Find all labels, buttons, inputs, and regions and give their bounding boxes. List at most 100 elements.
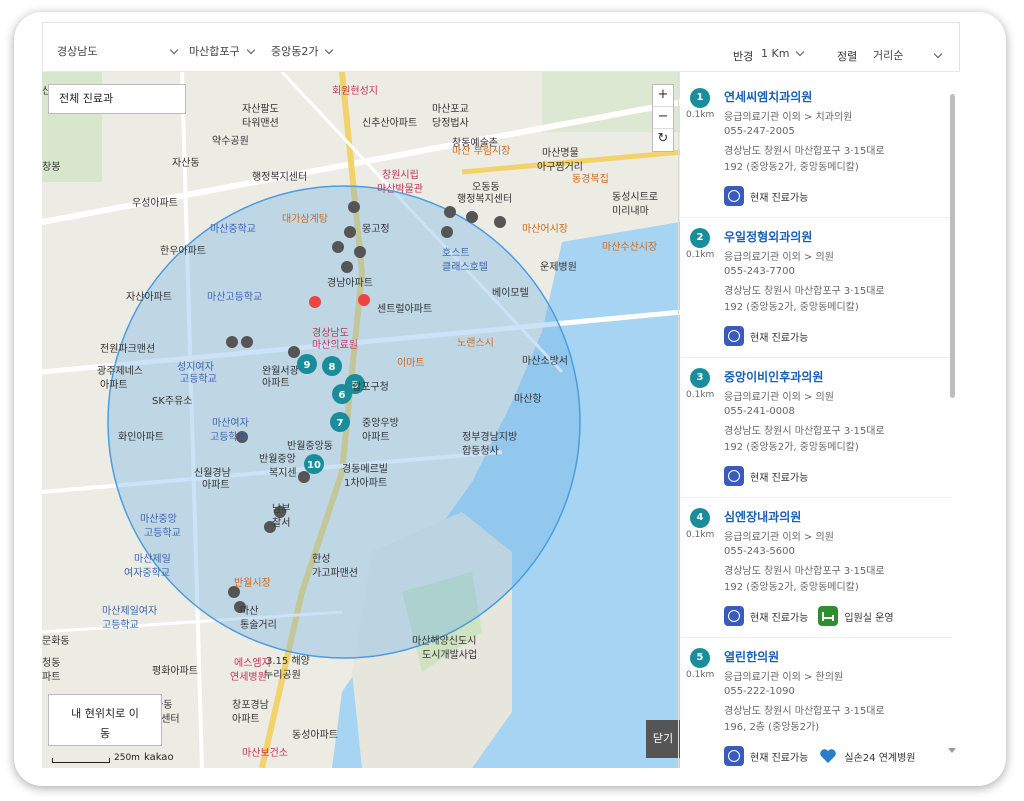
clock-icon [724, 326, 744, 346]
map-place-label: 마산수산시장 [602, 242, 658, 253]
distance-label: 0.1km [686, 670, 715, 680]
dong-select[interactable]: 중앙동2가 [271, 43, 334, 59]
map-place-label: 반월중앙 [259, 454, 296, 465]
map-place-label: 마산의료원 [312, 340, 358, 351]
scroll-down-icon[interactable] [948, 748, 956, 753]
result-item[interactable]: 3 0.1km 중앙이비인후과의원 응급의료기관 이외 > 의원 055-241-000… [680, 358, 952, 498]
map-place-label: 청동 [42, 658, 61, 669]
clinic-tags: 현재 진료가능 실손24 연계병원 [724, 746, 916, 766]
map-place-label: 에스엠지 [234, 658, 271, 669]
chevron-down-icon [170, 45, 179, 54]
clinic-phone[interactable]: 055-243-7700 [724, 266, 795, 277]
map-place-label: 문화동 [42, 636, 70, 647]
rank-badge: 4 [690, 508, 710, 528]
map-place-label: 3.15 해양 [266, 656, 310, 667]
marker-7[interactable]: 7 [337, 418, 344, 429]
map-place-label: 마산고등학교 [207, 292, 263, 303]
map-place-label: 파트 [42, 672, 61, 683]
clinic-address-line1: 경상남도 창원시 마산합포구 3·15대로 [724, 706, 885, 717]
clinic-phone[interactable]: 055-243-5600 [724, 546, 795, 557]
map-place-label: 가고파맨션 [312, 568, 358, 579]
map-place-label: 센트럴아파트 [377, 304, 433, 315]
bed-icon [818, 606, 839, 626]
map-place-label: 여자중학교 [124, 568, 170, 579]
clock-icon [724, 746, 744, 766]
results-list[interactable]: 1 0.1km 연세씨엠치과의원 응급의료기관 이외 > 치과의원 055-247-20… [680, 72, 960, 768]
status-badge: 현재 진료가능 [724, 186, 808, 206]
map-place-label: 마산중앙 [140, 514, 177, 525]
map-place-label: 합포구청 [352, 382, 389, 393]
clinic-tags: 현재 진료가능 [724, 326, 808, 346]
result-item[interactable]: 2 0.1km 우일정형외과의원 응급의료기관 이외 > 의원 055-243-7700… [680, 218, 952, 358]
map-place-label: 대가삼계탕 [282, 214, 328, 225]
map-place-label: 아파트 [202, 480, 230, 491]
clinic-phone[interactable]: 055-222-1090 [724, 686, 795, 697]
list-scrollbar[interactable] [950, 94, 955, 398]
clinic-name-link[interactable]: 우일정형외과의원 [724, 228, 812, 245]
map-place-label: 미리내마 [612, 206, 649, 217]
map-place-label: 회원현성지 [332, 86, 378, 97]
close-list-button[interactable]: 닫기 [646, 720, 680, 758]
status-badge: 현재 진료가능 [724, 606, 808, 626]
map-place-label: 한성 [312, 554, 331, 565]
clinic-name-link[interactable]: 열린한의원 [724, 648, 779, 665]
clinic-address-line2: 192 (중앙동2가, 중앙동메디칼) [724, 582, 859, 593]
zoom-in-button[interactable]: + [653, 85, 673, 107]
map-place-label: 고등학교 [144, 528, 181, 539]
department-filter-button[interactable]: 전체 진료과 [48, 84, 186, 114]
clinic-name-link[interactable]: 연세씨엠치과의원 [724, 88, 812, 105]
clinic-tags: 현재 진료가능 입원실 운영 [724, 606, 894, 626]
my-location-button[interactable]: 내 현위치로 이 동 [48, 694, 162, 746]
clock-icon [724, 466, 744, 486]
refresh-icon[interactable]: ↻ [653, 129, 673, 151]
result-item[interactable]: 4 0.1km 심엔장내과의원 응급의료기관 이외 > 의원 055-243-5600 경… [680, 498, 952, 638]
clinic-category: 응급의료기관 이외 > 치과의원 [724, 112, 853, 123]
heart-icon [818, 746, 838, 766]
map-place-label: 고등학교 [180, 374, 217, 385]
clinic-address-line2: 196, 2층 (중앙동2가) [724, 722, 820, 733]
map-place-label: 정부경남지방 [462, 432, 518, 443]
clinic-address-line1: 경상남도 창원시 마산합포구 3·15대로 [724, 566, 885, 577]
status-badge: 현재 진료가능 [724, 466, 808, 486]
map-place-label: 합동청사 [462, 446, 499, 457]
clinic-address-line1: 경상남도 창원시 마산합포구 3·15대로 [724, 426, 885, 437]
result-item[interactable]: 5 0.1km 열린한의원 응급의료기관 이외 > 한의원 055-222-1090 경상… [680, 638, 952, 768]
marker-6[interactable]: 6 [339, 390, 346, 401]
clinic-address-line1: 경상남도 창원시 마산합포구 3·15대로 [724, 146, 885, 157]
map-place-label: 동성아파트 [292, 730, 338, 741]
province-select[interactable]: 경상남도 [57, 43, 179, 59]
marker-9[interactable]: 9 [304, 360, 311, 371]
province-select-value: 경상남도 [57, 45, 98, 58]
status-badge: 현재 진료가능 [724, 326, 808, 346]
clinic-name-link[interactable]: 중앙이비인후과의원 [724, 368, 823, 385]
map-view[interactable]: 9 8 5 6 7 10 회원현성지산호동자산팔도타워맨션신추산아파트마산포교당… [42, 72, 680, 768]
status-badge-label: 실손24 연계병원 [844, 752, 916, 764]
status-badge-label: 현재 진료가능 [750, 192, 809, 204]
map-place-label: 찰서 [272, 518, 291, 529]
map-place-label: 마산 부림시장 [452, 146, 511, 157]
map-place-label: 마산보건소 [242, 748, 288, 759]
map-scale: 250m kakao [52, 752, 174, 763]
status-badge-label: 입원실 운영 [844, 612, 894, 624]
result-item[interactable]: 1 0.1km 연세씨엠치과의원 응급의료기관 이외 > 치과의원 055-247-20… [680, 78, 952, 218]
map-place-label: SK주유소 [152, 396, 193, 407]
clinic-phone[interactable]: 055-247-2005 [724, 126, 795, 137]
clinic-phone[interactable]: 055-241-0008 [724, 406, 795, 417]
sort-select-value: 거리순 [873, 49, 904, 62]
map-place-label: 마산제일여자 [102, 606, 158, 617]
map-place-label: 마산해양신도시 [412, 636, 477, 647]
sort-select[interactable]: 거리순 [873, 47, 943, 63]
status-badge-label: 현재 진료가능 [750, 612, 809, 624]
map-place-label: 화인아파트 [118, 432, 164, 443]
map-place-label: 마산중학교 [210, 224, 256, 235]
clinic-tags: 현재 진료가능 [724, 186, 808, 206]
clinic-address-line2: 192 (중앙동2가, 중앙동메디칼) [724, 442, 859, 453]
radius-select[interactable]: 1 Km [761, 47, 805, 60]
map-place-label: 연세병원 [230, 672, 267, 683]
marker-10[interactable]: 10 [307, 460, 321, 471]
clinic-name-link[interactable]: 심엔장내과의원 [724, 508, 801, 525]
map-place-label: 마산 [240, 606, 259, 617]
zoom-out-button[interactable]: − [653, 107, 673, 129]
district-select[interactable]: 마산합포구 [189, 43, 255, 59]
marker-8[interactable]: 8 [329, 362, 336, 373]
